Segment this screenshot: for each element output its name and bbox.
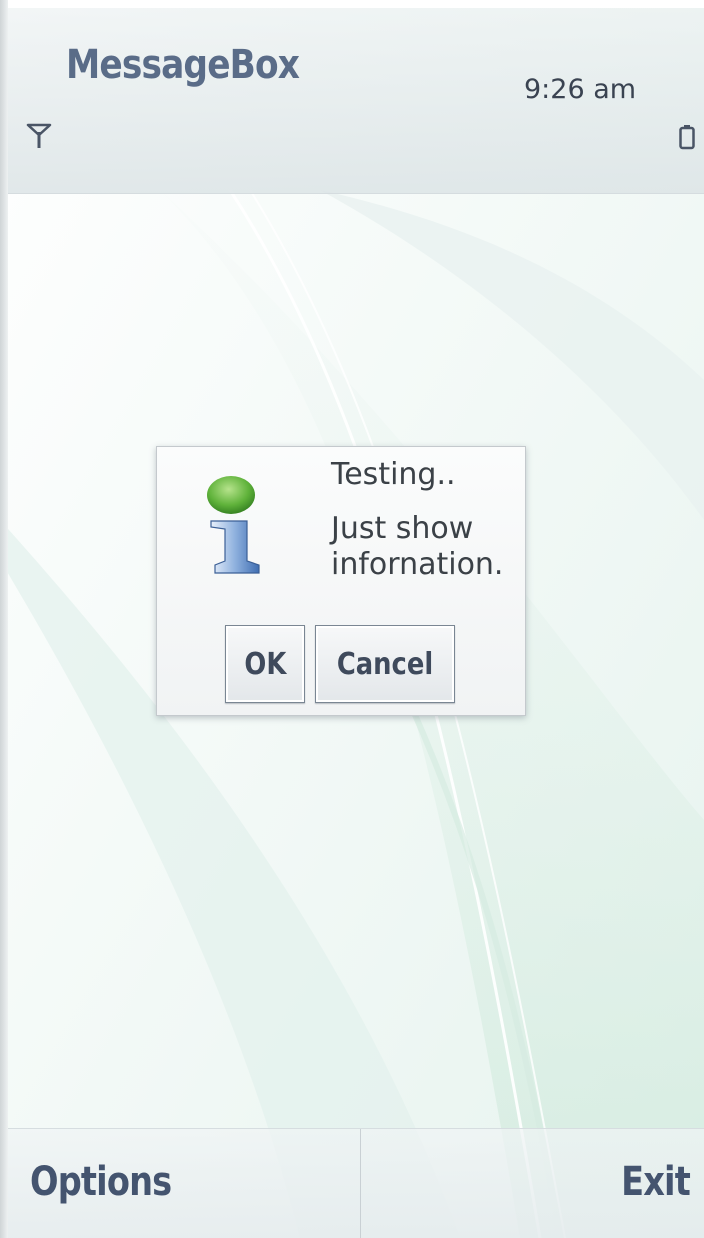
app-title: MessageBox — [66, 42, 300, 88]
signal-antenna-icon — [26, 123, 52, 148]
dialog-heading: Testing.. — [331, 457, 456, 492]
clock: 9:26 am — [524, 74, 637, 105]
phone-screen: MessageBox 9:26 am Testing.. Just show i… — [0, 0, 704, 1238]
ok-button-label: OK — [244, 646, 286, 682]
information-dialog: Testing.. Just show infornation. OK Canc… — [156, 446, 526, 716]
dialog-message-line-2: infornation. — [331, 547, 504, 582]
battery-icon — [679, 125, 695, 150]
cancel-button-label: Cancel — [336, 646, 434, 682]
dialog-message: Testing.. Just show infornation. — [331, 457, 503, 583]
softkey-divider — [360, 1129, 361, 1238]
left-edge — [0, 0, 8, 1238]
ok-button[interactable]: OK — [225, 625, 305, 703]
cancel-button[interactable]: Cancel — [315, 625, 455, 703]
softkey-bar: Options Exit — [8, 1128, 704, 1238]
information-icon — [207, 476, 260, 574]
options-softkey[interactable]: Options — [30, 1159, 172, 1205]
exit-softkey[interactable]: Exit — [621, 1159, 691, 1205]
top-edge — [0, 0, 704, 8]
dialog-message-line-1: Just show — [331, 511, 474, 546]
